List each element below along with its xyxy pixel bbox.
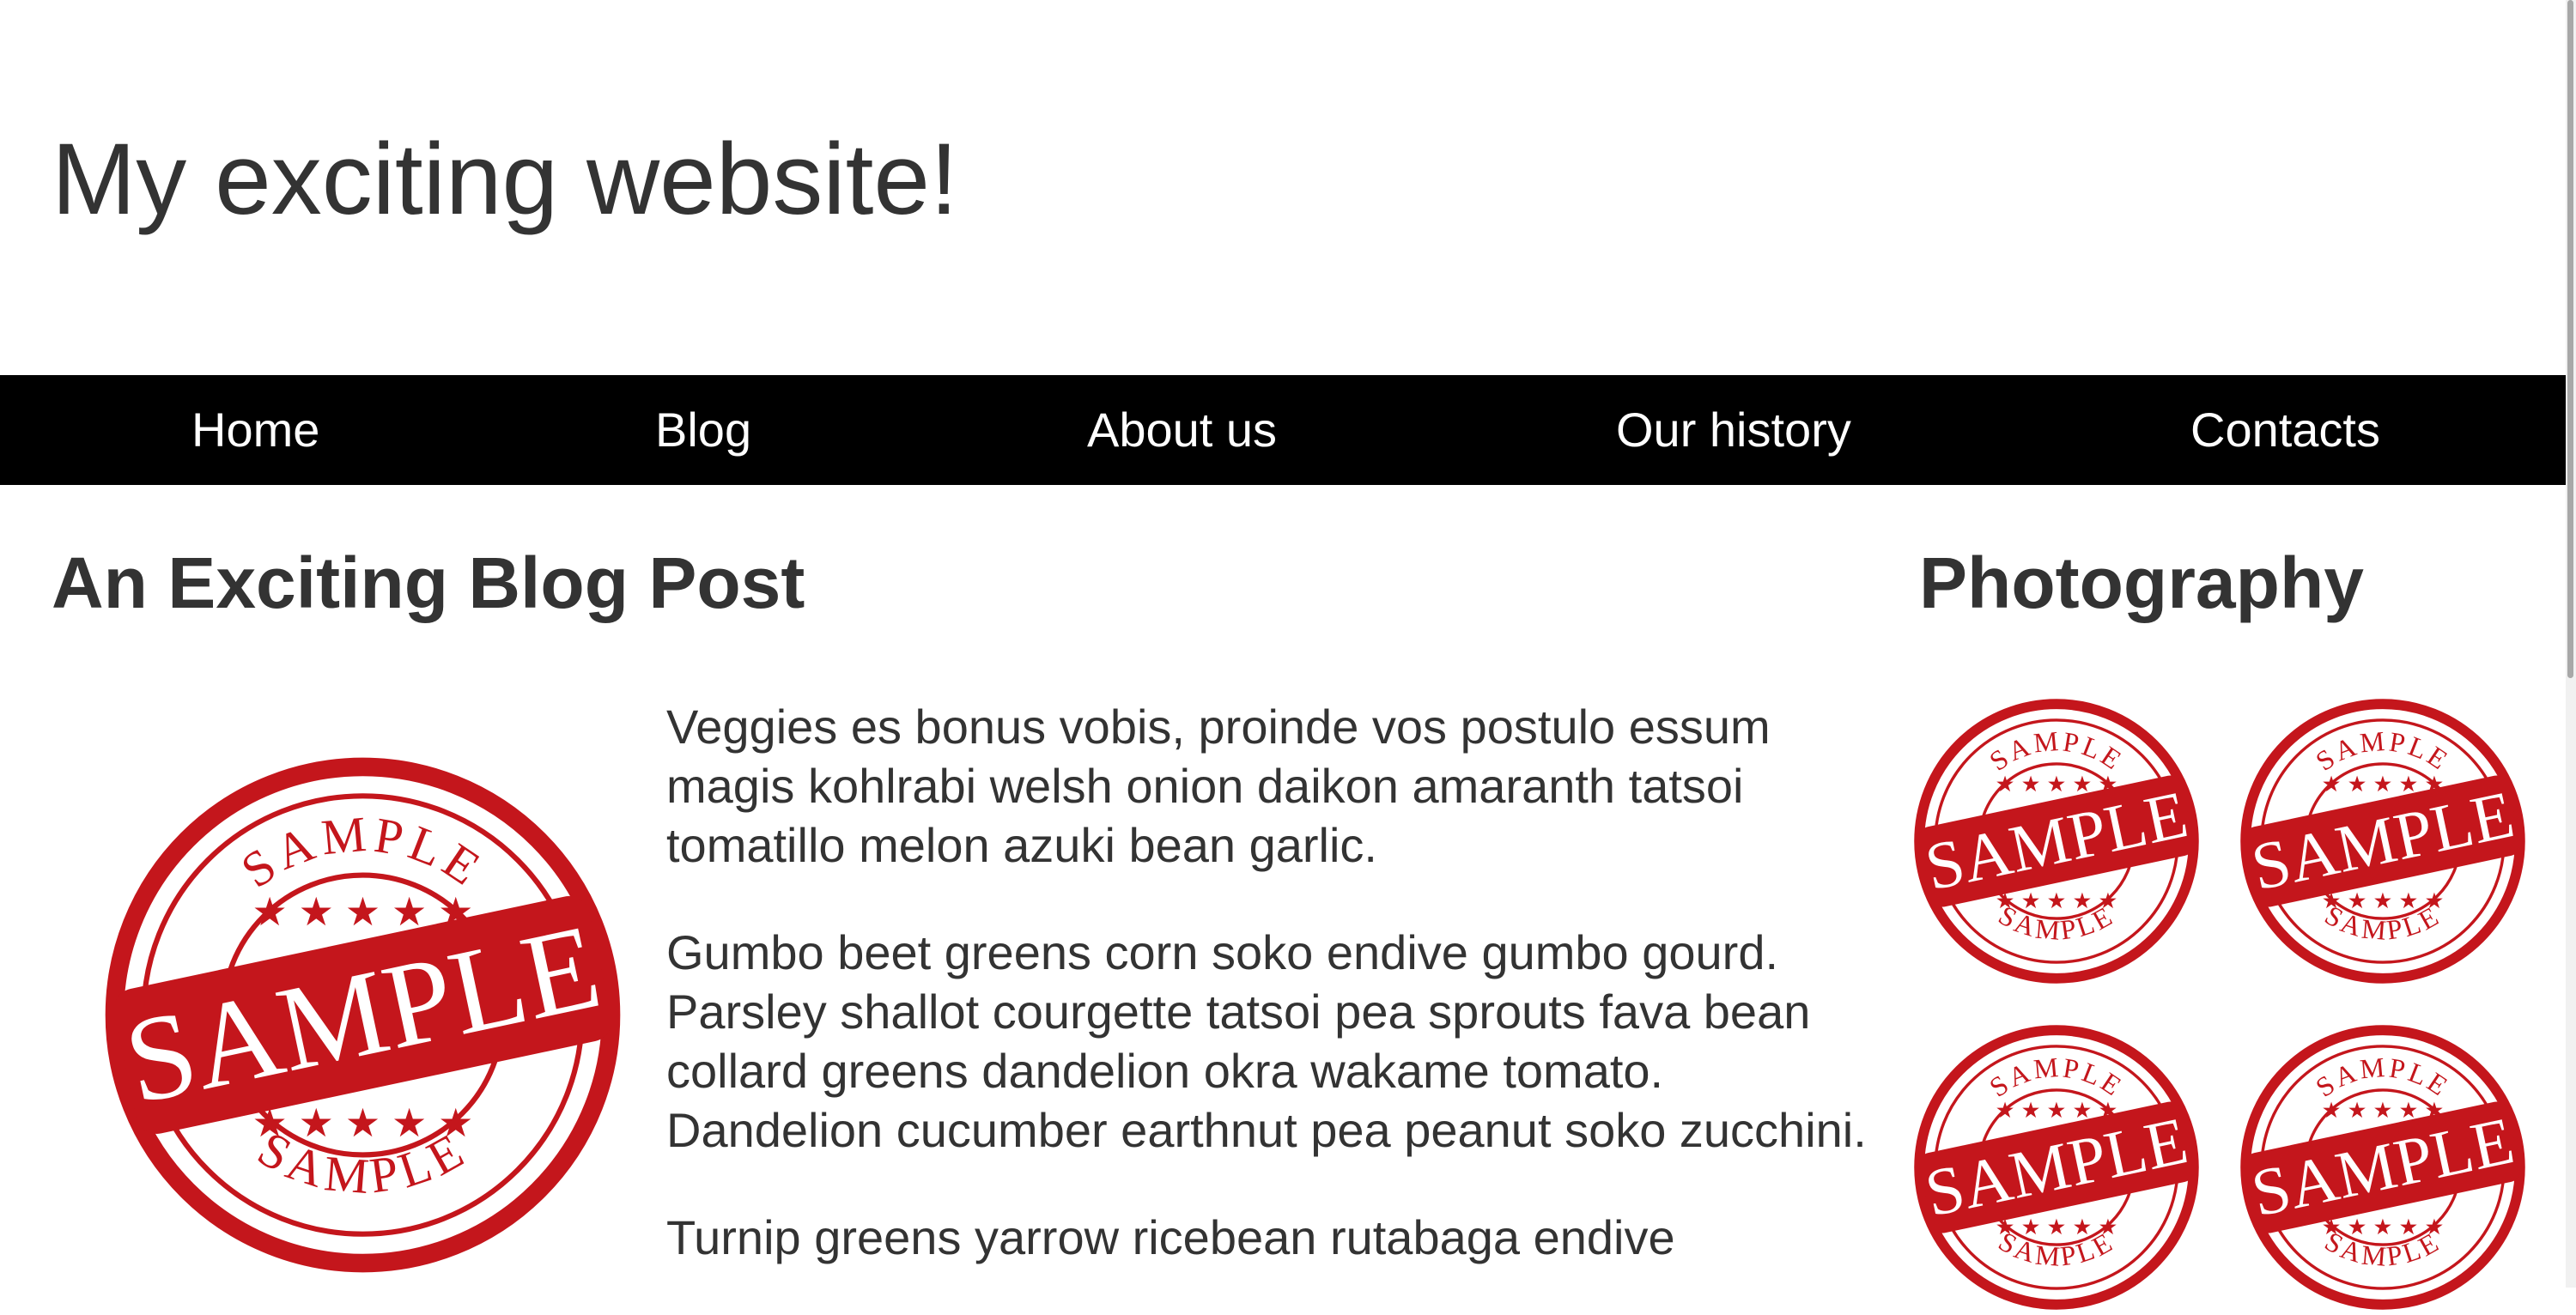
post-body: Veggies es bonus vobis, proinde vos post…: [666, 697, 1868, 1315]
post-paragraph: Veggies es bonus vobis, proinde vos post…: [666, 700, 1771, 872]
post-paragraph: Gumbo beet greens corn soko endive gumbo…: [666, 925, 1867, 1157]
photo-thumbnail[interactable]: [2237, 1021, 2529, 1313]
nav-link-home[interactable]: Home: [191, 375, 319, 485]
nav-link-blog[interactable]: Blog: [655, 375, 751, 485]
post-title: An Exciting Blog Post: [52, 542, 805, 623]
post-image: [99, 751, 627, 1279]
nav-link-about-us[interactable]: About us: [1087, 375, 1277, 485]
photo-thumbnail[interactable]: [1911, 695, 2202, 987]
scrollbar-thumb[interactable]: [2567, 0, 2573, 678]
main-navigation: Home Blog About us Our history Contacts: [0, 375, 2566, 485]
site-title: My exciting website!: [52, 123, 958, 236]
photo-thumbnail[interactable]: [1911, 1021, 2202, 1313]
sidebar-title: Photography: [1919, 542, 2364, 623]
nav-link-our-history[interactable]: Our history: [1616, 375, 1851, 485]
photo-thumbnail[interactable]: [2237, 695, 2529, 987]
nav-link-contacts[interactable]: Contacts: [2190, 375, 2380, 485]
post-paragraph: Turnip greens yarrow ricebean rutabaga e…: [666, 1210, 1675, 1264]
